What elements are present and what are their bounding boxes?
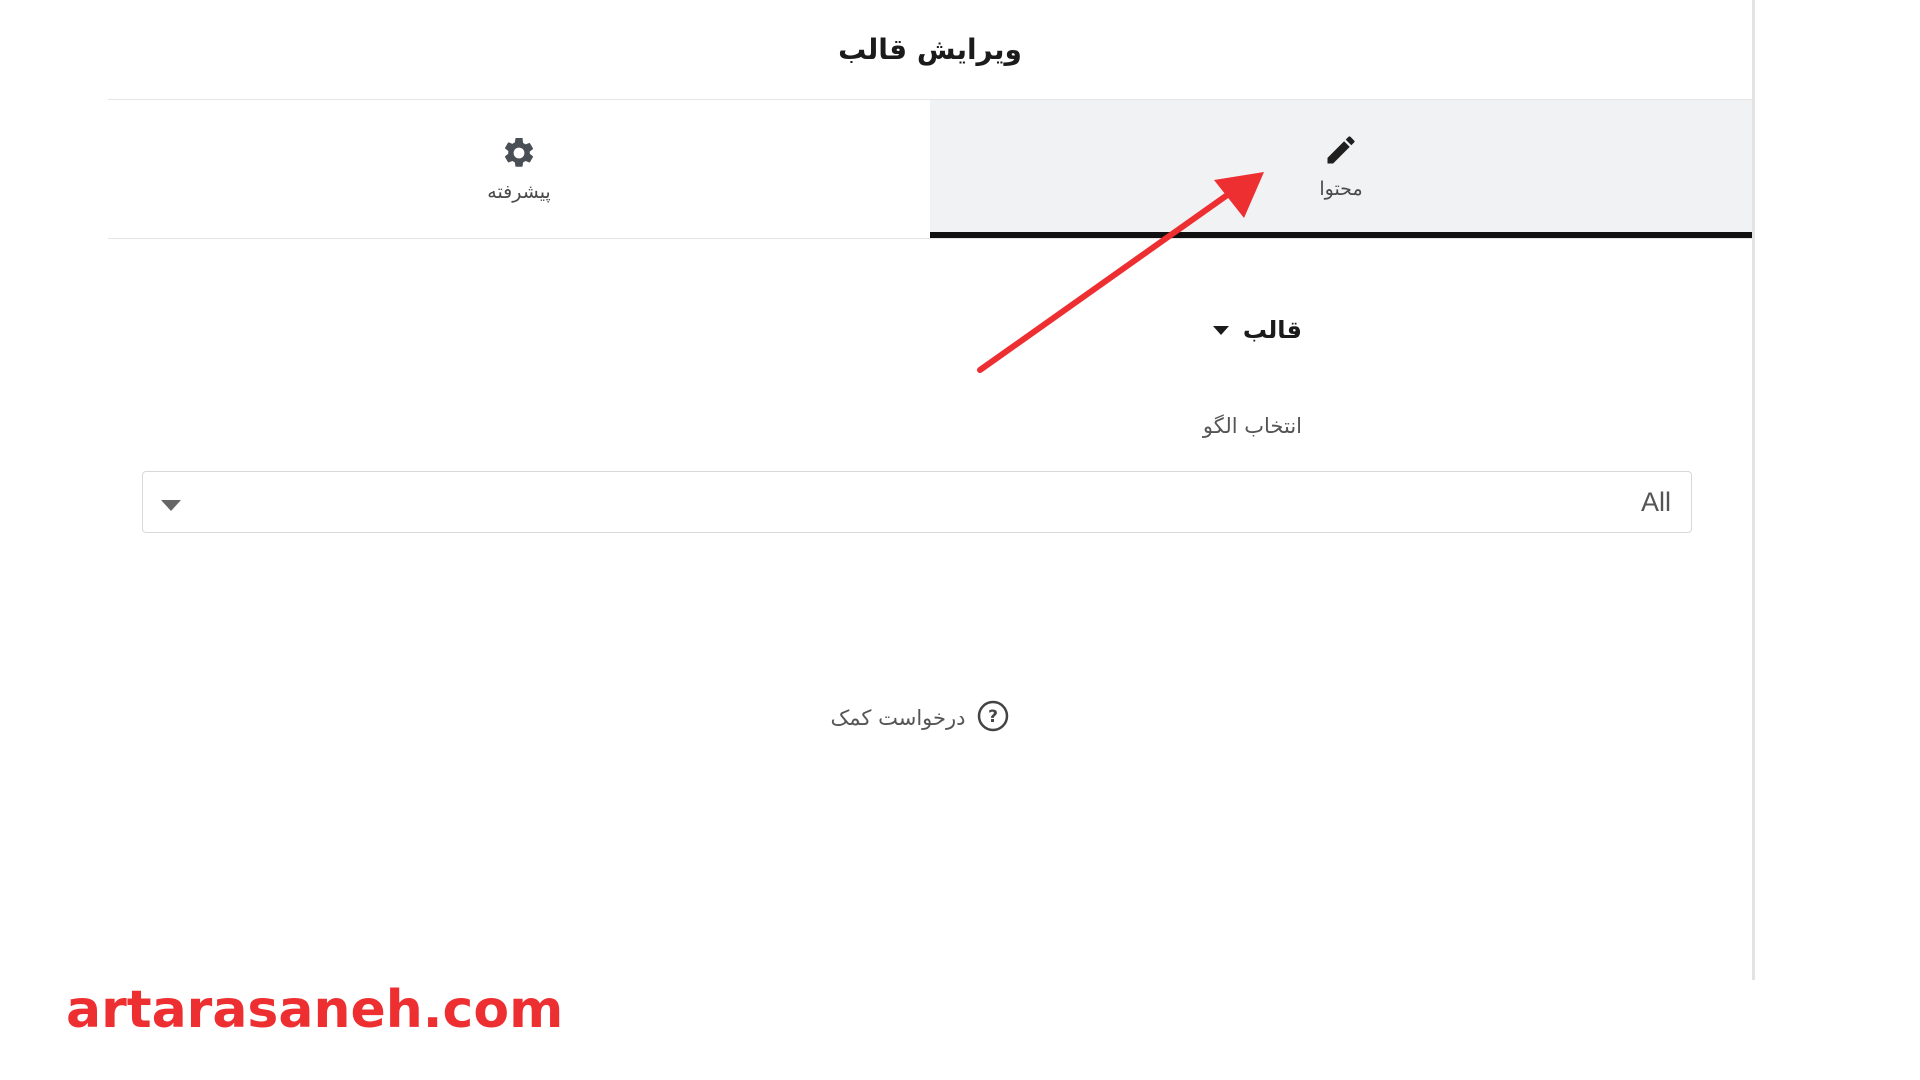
watermark-text: artarasaneh.com <box>66 980 564 1040</box>
tab-content[interactable]: محتوا <box>930 100 1752 238</box>
tab-content-label: محتوا <box>1319 178 1363 200</box>
caret-down-icon <box>1212 321 1229 340</box>
pencil-icon <box>1323 132 1359 168</box>
help-request-label: درخواست کمک <box>830 706 966 730</box>
tab-advanced-label: پیشرفته <box>487 181 551 203</box>
tab-advanced[interactable]: پیشرفته <box>108 100 930 238</box>
chevron-down-icon <box>161 497 181 516</box>
question-circle-icon: ? <box>977 700 1009 736</box>
help-request-link[interactable]: درخواست کمک ? <box>0 700 1840 736</box>
tab-bar: پیشرفته محتوا <box>108 100 1752 239</box>
template-select-value: All <box>1640 487 1671 517</box>
panel-header: ویرایش قالب <box>108 0 1752 100</box>
svg-text:?: ? <box>989 707 999 727</box>
template-select-label: انتخاب الگو <box>1202 414 1302 438</box>
gear-icon <box>501 135 537 171</box>
section-toggle[interactable]: قالب <box>1212 316 1302 344</box>
template-select[interactable]: All <box>142 471 1692 533</box>
section-title: قالب <box>1242 316 1302 344</box>
panel-title: ویرایش قالب <box>838 33 1022 66</box>
editor-panel: ویرایش قالب پیشرفته محتوا قالب انتخاب ال… <box>0 0 1755 980</box>
